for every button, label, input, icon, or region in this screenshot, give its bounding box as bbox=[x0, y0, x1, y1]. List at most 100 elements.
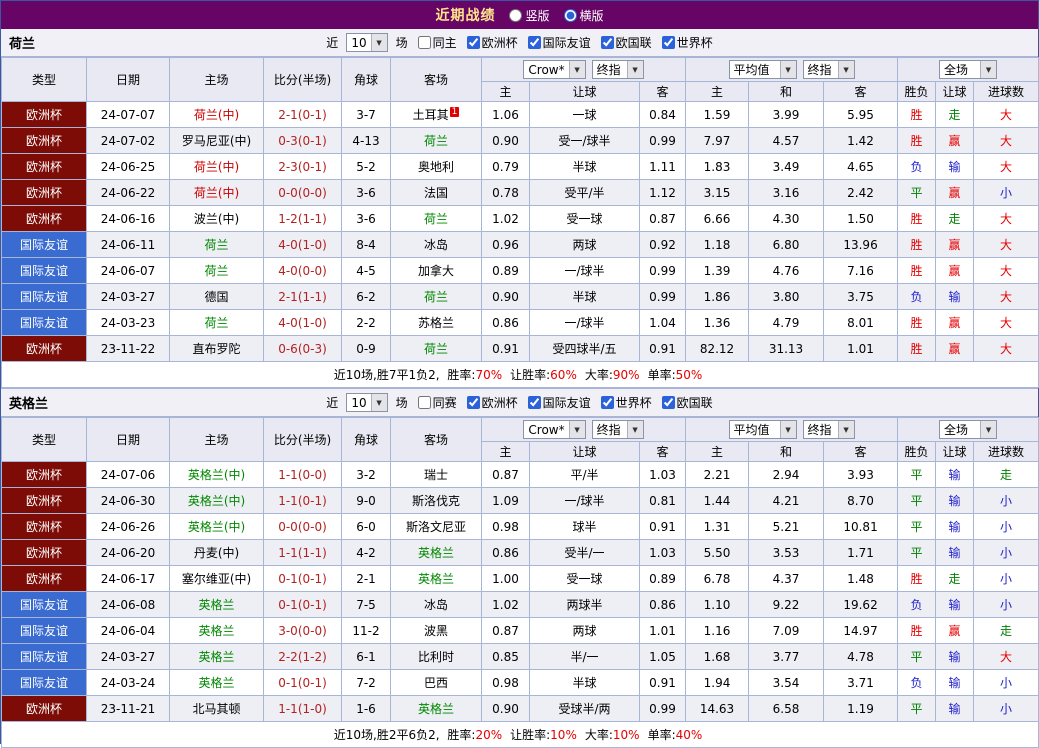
bookmaker-select[interactable]: Crow* ▼ bbox=[523, 60, 586, 79]
match-count-select[interactable]: 10 ▼ bbox=[346, 393, 388, 412]
home-team[interactable]: 荷兰 bbox=[169, 231, 264, 258]
match-type-badge[interactable]: 国际友谊 bbox=[1, 283, 87, 310]
match-type-badge[interactable]: 国际友谊 bbox=[1, 257, 87, 284]
home-team[interactable]: 荷兰(中) bbox=[169, 153, 264, 180]
home-team[interactable]: 英格兰(中) bbox=[169, 487, 264, 514]
checkbox-input[interactable] bbox=[600, 36, 614, 49]
match-type-badge[interactable]: 欧洲杯 bbox=[1, 179, 87, 206]
filter-checkbox-2[interactable]: 国际友谊 bbox=[527, 34, 591, 51]
checkbox-input[interactable] bbox=[417, 36, 431, 49]
match-score[interactable]: 1-1(1-1) bbox=[263, 539, 342, 566]
filter-checkbox-4[interactable]: 世界杯 bbox=[661, 34, 713, 51]
away-team[interactable]: 土耳其 1 bbox=[390, 101, 482, 128]
scope-select[interactable]: 全场 ▼ bbox=[939, 60, 998, 79]
home-team[interactable]: 荷兰(中) bbox=[169, 179, 264, 206]
match-score[interactable]: 3-0(0-0) bbox=[263, 617, 342, 644]
home-team[interactable]: 波兰(中) bbox=[169, 205, 264, 232]
average-select[interactable]: 平均值 ▼ bbox=[728, 420, 797, 439]
radio-vertical-input[interactable] bbox=[509, 8, 523, 22]
match-score[interactable]: 2-1(1-1) bbox=[263, 283, 342, 310]
filter-checkbox-0[interactable]: 同赛 bbox=[417, 394, 457, 411]
match-score[interactable]: 0-0(0-0) bbox=[263, 179, 342, 206]
checkbox-input[interactable] bbox=[527, 36, 541, 49]
match-score[interactable]: 0-1(0-1) bbox=[263, 591, 342, 618]
match-score[interactable]: 1-1(0-1) bbox=[263, 487, 342, 514]
away-team[interactable]: 冰岛 bbox=[390, 231, 482, 258]
home-team[interactable]: 丹麦(中) bbox=[169, 539, 264, 566]
filter-checkbox-3[interactable]: 欧国联 bbox=[600, 34, 652, 51]
home-team[interactable]: 北马其顿 bbox=[169, 695, 264, 722]
away-team[interactable]: 英格兰 bbox=[390, 565, 482, 592]
filter-checkbox-0[interactable]: 同主 bbox=[417, 34, 457, 51]
home-team[interactable]: 英格兰 bbox=[169, 591, 264, 618]
home-team[interactable]: 德国 bbox=[169, 283, 264, 310]
match-score[interactable]: 0-3(0-1) bbox=[263, 127, 342, 154]
filter-checkbox-1[interactable]: 欧洲杯 bbox=[466, 34, 518, 51]
match-score[interactable]: 0-1(0-1) bbox=[263, 669, 342, 696]
home-team[interactable]: 荷兰 bbox=[169, 309, 264, 336]
match-score[interactable]: 2-1(0-1) bbox=[263, 101, 342, 128]
filter-checkbox-2[interactable]: 国际友谊 bbox=[527, 394, 591, 411]
match-type-badge[interactable]: 国际友谊 bbox=[1, 231, 87, 258]
home-team[interactable]: 英格兰 bbox=[169, 617, 264, 644]
match-type-badge[interactable]: 欧洲杯 bbox=[1, 513, 87, 540]
filter-checkbox-1[interactable]: 欧洲杯 bbox=[466, 394, 518, 411]
match-type-badge[interactable]: 欧洲杯 bbox=[1, 487, 87, 514]
match-score[interactable]: 4-0(1-0) bbox=[263, 231, 342, 258]
match-type-badge[interactable]: 国际友谊 bbox=[1, 669, 87, 696]
match-score[interactable]: 4-0(0-0) bbox=[263, 257, 342, 284]
match-type-badge[interactable]: 欧洲杯 bbox=[1, 127, 87, 154]
home-team[interactable]: 直布罗陀 bbox=[169, 335, 264, 362]
away-team[interactable]: 冰岛 bbox=[390, 591, 482, 618]
away-team[interactable]: 波黑 bbox=[390, 617, 482, 644]
radio-horizontal-input[interactable] bbox=[563, 8, 577, 22]
home-team[interactable]: 英格兰 bbox=[169, 669, 264, 696]
match-type-badge[interactable]: 国际友谊 bbox=[1, 617, 87, 644]
away-team[interactable]: 瑞士 bbox=[390, 461, 482, 488]
match-type-badge[interactable]: 欧洲杯 bbox=[1, 461, 87, 488]
checkbox-input[interactable] bbox=[661, 396, 675, 409]
odds-stage-select[interactable]: 终指 ▼ bbox=[591, 420, 644, 439]
away-team[interactable]: 巴西 bbox=[390, 669, 482, 696]
match-type-badge[interactable]: 欧洲杯 bbox=[1, 153, 87, 180]
home-team[interactable]: 英格兰(中) bbox=[169, 513, 264, 540]
match-type-badge[interactable]: 欧洲杯 bbox=[1, 539, 87, 566]
away-team[interactable]: 荷兰 bbox=[390, 127, 482, 154]
away-team[interactable]: 法国 bbox=[390, 179, 482, 206]
away-team[interactable]: 加拿大 bbox=[390, 257, 482, 284]
checkbox-input[interactable] bbox=[466, 36, 480, 49]
radio-vertical-layout[interactable]: 竖版 bbox=[509, 7, 550, 24]
match-score[interactable]: 1-1(1-0) bbox=[263, 695, 342, 722]
away-team[interactable]: 斯洛文尼亚 bbox=[390, 513, 482, 540]
away-team[interactable]: 英格兰 bbox=[390, 539, 482, 566]
average-stage-select[interactable]: 终指 ▼ bbox=[802, 60, 855, 79]
match-score[interactable]: 2-3(0-1) bbox=[263, 153, 342, 180]
match-score[interactable]: 1-1(0-0) bbox=[263, 461, 342, 488]
away-team[interactable]: 苏格兰 bbox=[390, 309, 482, 336]
filter-checkbox-4[interactable]: 欧国联 bbox=[661, 394, 713, 411]
radio-horizontal-layout[interactable]: 横版 bbox=[563, 7, 604, 24]
checkbox-input[interactable] bbox=[417, 396, 431, 409]
bookmaker-select[interactable]: Crow* ▼ bbox=[523, 420, 586, 439]
home-team[interactable]: 英格兰(中) bbox=[169, 461, 264, 488]
filter-checkbox-3[interactable]: 世界杯 bbox=[600, 394, 652, 411]
match-type-badge[interactable]: 国际友谊 bbox=[1, 643, 87, 670]
match-type-badge[interactable]: 欧洲杯 bbox=[1, 335, 87, 362]
match-type-badge[interactable]: 国际友谊 bbox=[1, 591, 87, 618]
match-score[interactable]: 4-0(1-0) bbox=[263, 309, 342, 336]
away-team[interactable]: 荷兰 bbox=[390, 205, 482, 232]
match-type-badge[interactable]: 欧洲杯 bbox=[1, 101, 87, 128]
match-score[interactable]: 0-1(0-1) bbox=[263, 565, 342, 592]
match-type-badge[interactable]: 国际友谊 bbox=[1, 309, 87, 336]
match-type-badge[interactable]: 欧洲杯 bbox=[1, 205, 87, 232]
scope-select[interactable]: 全场 ▼ bbox=[939, 420, 998, 439]
away-team[interactable]: 斯洛伐克 bbox=[390, 487, 482, 514]
away-team[interactable]: 英格兰 bbox=[390, 695, 482, 722]
match-count-select[interactable]: 10 ▼ bbox=[346, 33, 388, 52]
checkbox-input[interactable] bbox=[600, 396, 614, 409]
match-score[interactable]: 1-2(1-1) bbox=[263, 205, 342, 232]
checkbox-input[interactable] bbox=[466, 396, 480, 409]
home-team[interactable]: 英格兰 bbox=[169, 643, 264, 670]
checkbox-input[interactable] bbox=[661, 36, 675, 49]
away-team[interactable]: 荷兰 bbox=[390, 283, 482, 310]
